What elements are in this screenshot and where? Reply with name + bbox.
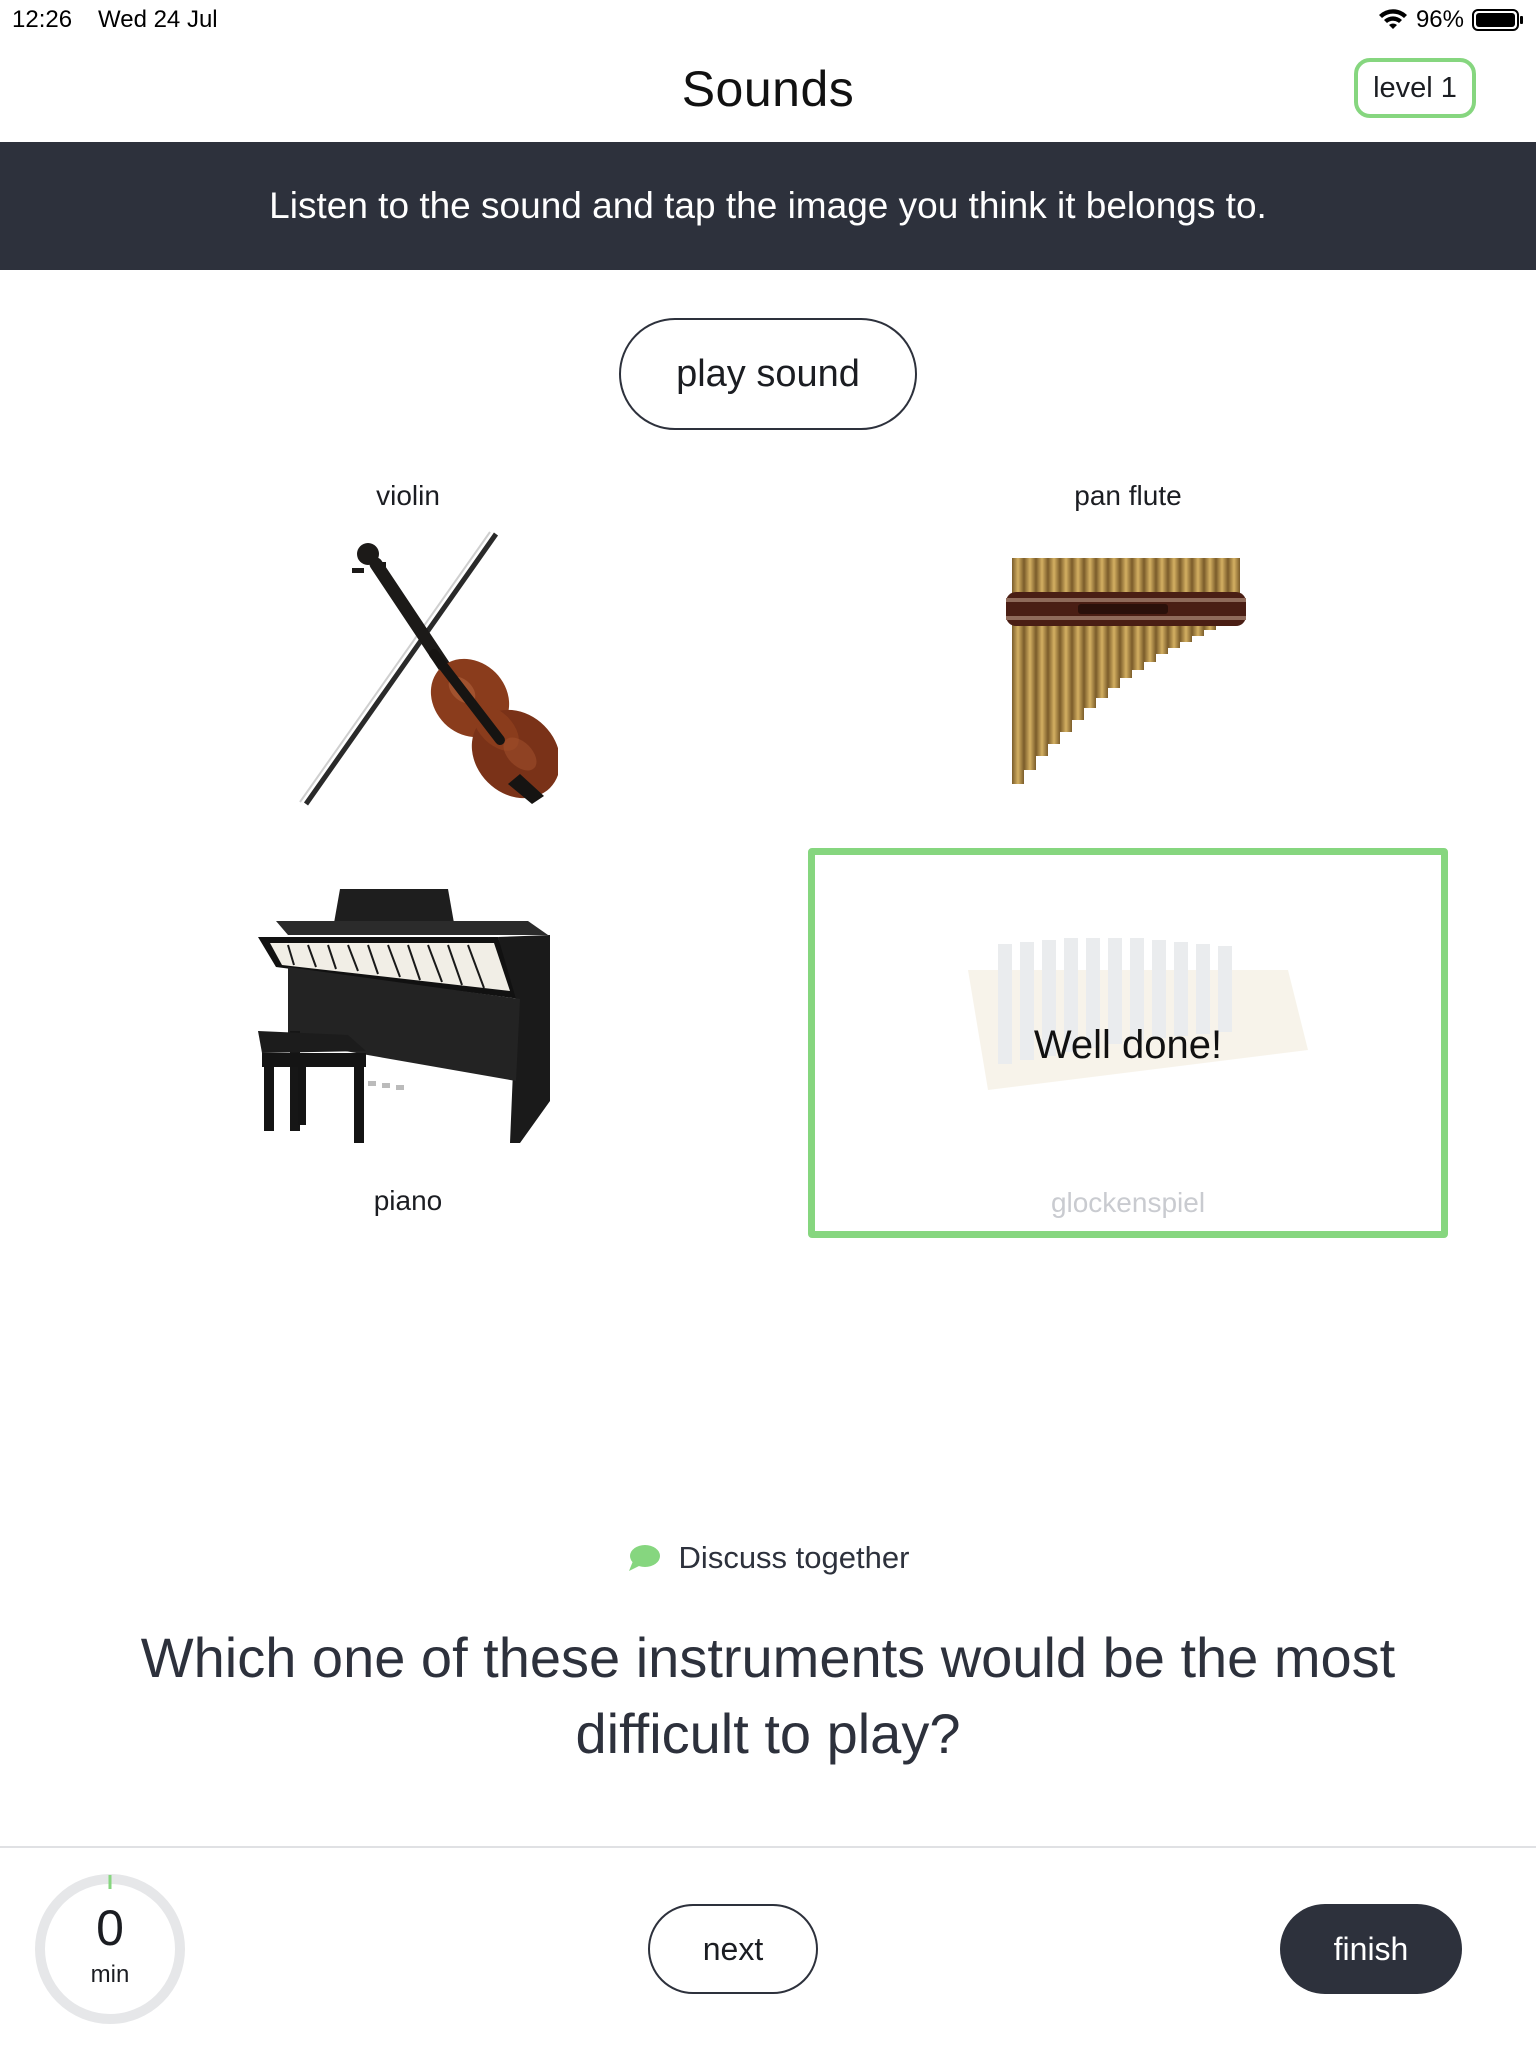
pan-flute-image bbox=[1006, 558, 1246, 784]
violin-image bbox=[299, 531, 558, 806]
tile-pan-flute[interactable]: pan flute bbox=[808, 470, 1448, 860]
battery-icon bbox=[1472, 9, 1523, 31]
app-header: Sounds level 1 bbox=[0, 40, 1536, 142]
page-title: Sounds bbox=[681, 61, 855, 117]
discuss-question: Which one of these instruments would be … bbox=[140, 1626, 1396, 1765]
timer-unit: min bbox=[90, 1961, 130, 1988]
instruction-banner: Listen to the sound and tap the image yo… bbox=[0, 142, 1536, 270]
finish-button[interactable]: finish bbox=[1280, 1904, 1462, 1994]
tile-label: pan flute bbox=[1074, 480, 1182, 511]
discuss-header: Discuss together bbox=[0, 1540, 1536, 1576]
timer: 0 min bbox=[34, 1873, 186, 2025]
tile-glockenspiel[interactable]: Well done! glockenspiel bbox=[808, 848, 1448, 1238]
piano-image bbox=[258, 889, 550, 1143]
chat-bubble-icon bbox=[628, 1545, 660, 1571]
status-time: 12:26 bbox=[12, 6, 73, 33]
discuss-label: Discuss together bbox=[678, 1540, 910, 1575]
status-bar: 12:26 Wed 24 Jul 96% bbox=[0, 0, 1536, 40]
next-button[interactable]: next bbox=[648, 1904, 818, 1994]
glockenspiel-image bbox=[968, 938, 1308, 1090]
wifi-icon bbox=[1378, 9, 1407, 29]
play-sound-button[interactable]: play sound bbox=[619, 318, 917, 430]
timer-value: 0 bbox=[96, 1900, 124, 1956]
tile-label: piano bbox=[373, 1185, 443, 1216]
level-badge[interactable]: level 1 bbox=[1354, 58, 1476, 118]
tile-piano[interactable]: piano bbox=[88, 855, 728, 1245]
tile-violin[interactable]: violin bbox=[88, 470, 728, 860]
feedback-text: Well done! bbox=[1033, 1023, 1223, 1067]
tile-label: glockenspiel bbox=[1050, 1187, 1206, 1218]
battery-percent: 96% bbox=[1415, 6, 1464, 33]
status-indicators: 96% bbox=[1378, 6, 1524, 34]
footer-divider bbox=[0, 1846, 1536, 1848]
status-date: Wed 24 Jul bbox=[98, 6, 218, 33]
tile-label: violin bbox=[376, 480, 440, 511]
